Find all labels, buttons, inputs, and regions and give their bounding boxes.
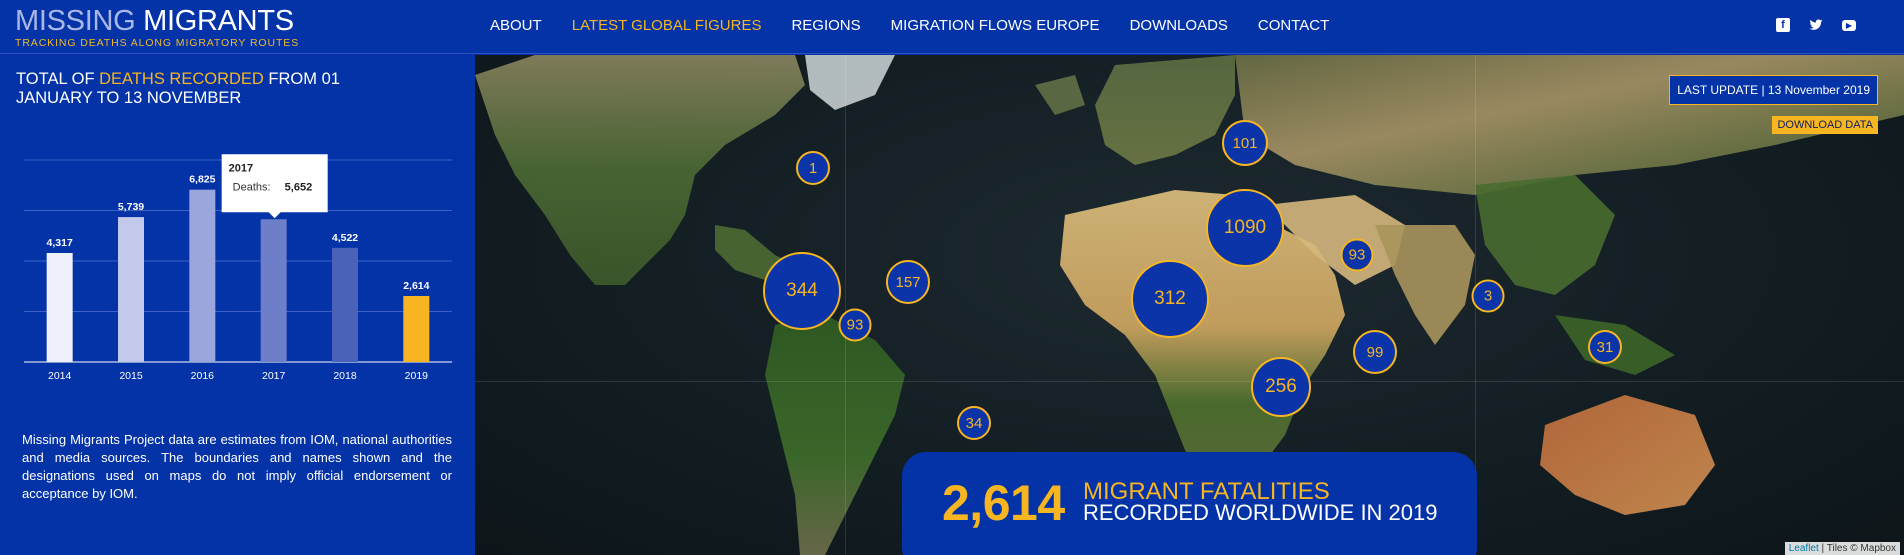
cluster-marker[interactable]: 31	[1588, 330, 1622, 364]
chart-x-tick-label: 2018	[333, 370, 357, 382]
chart-value-label: 4,317	[47, 237, 73, 249]
chart-title: TOTAL OF DEATHS RECORDED FROM 01 JANUARY…	[16, 70, 396, 108]
cluster-marker[interactable]: 1	[796, 151, 830, 185]
chart-value-label: 6,825	[189, 174, 215, 186]
chart-x-tick-label: 2014	[48, 370, 72, 382]
main-nav: ABOUT LATEST GLOBAL FIGURES REGIONS MIGR…	[490, 17, 1359, 34]
tooltip-label: Deaths:	[233, 181, 271, 193]
download-data-button[interactable]: DOWNLOAD DATA	[1772, 116, 1878, 134]
nav-regions[interactable]: REGIONS	[791, 17, 860, 34]
leaflet-link[interactable]: Leaflet	[1789, 543, 1819, 554]
cluster-marker[interactable]: 101	[1222, 120, 1268, 166]
last-update-label: LAST UPDATE	[1677, 83, 1759, 97]
disclaimer-note: Missing Migrants Project data are estima…	[22, 432, 452, 501]
nav-downloads[interactable]: DOWNLOADS	[1130, 17, 1228, 34]
fatalities-count: 2,614	[942, 475, 1065, 531]
chart-value-label: 5,739	[118, 201, 144, 213]
fatalities-sublabel: RECORDED WORLDWIDE IN 2019	[1083, 500, 1438, 525]
chart-title-highlight: DEATHS RECORDED	[99, 70, 264, 88]
chart-bar-2015[interactable]	[118, 217, 144, 362]
nav-latest-global-figures[interactable]: LATEST GLOBAL FIGURES	[572, 17, 762, 34]
cluster-marker[interactable]: 93	[838, 308, 872, 342]
logo-title: MISSING MIGRANTS	[15, 6, 299, 36]
last-update-box: LAST UPDATE | 13 November 2019	[1669, 75, 1878, 105]
site-logo[interactable]: MISSING MIGRANTS TRACKING DEATHS ALONG M…	[15, 6, 299, 49]
chart-x-tick-label: 2016	[191, 370, 215, 382]
facebook-icon[interactable]: f	[1776, 18, 1790, 32]
chart-bar-2016[interactable]	[189, 189, 216, 362]
site-header: MISSING MIGRANTS TRACKING DEATHS ALONG M…	[0, 0, 1904, 54]
attribution-text: | Tiles © Mapbox	[1818, 543, 1896, 554]
logo-title-migrants: MIGRANTS	[143, 5, 294, 37]
logo-tagline: TRACKING DEATHS ALONG MIGRATORY ROUTES	[15, 37, 300, 49]
tooltip-title: 2017	[229, 162, 253, 174]
cluster-marker[interactable]: 34	[957, 406, 991, 440]
cluster-marker[interactable]: 1090	[1206, 189, 1284, 267]
chart-value-label: 4,522	[332, 232, 358, 244]
deaths-bar-chart: 4,317 2014 5,739 2015 6,825 2016 2017 4,522 2018…	[24, 154, 452, 382]
cluster-marker[interactable]: 344	[763, 252, 841, 330]
logo-title-missing: MISSING	[15, 5, 136, 37]
chart-x-tick-label: 2019	[405, 370, 429, 382]
cluster-marker[interactable]: 312	[1131, 260, 1209, 338]
left-panel: TOTAL OF DEATHS RECORDED FROM 01 JANUARY…	[0, 55, 475, 555]
nav-about[interactable]: ABOUT	[490, 17, 542, 34]
cluster-marker[interactable]: 99	[1353, 330, 1397, 374]
chart-bar-2018[interactable]	[332, 247, 358, 362]
world-map[interactable]: 1 101 1090 93 344 157 93 312 3 99 31 256…	[475, 55, 1904, 555]
chart-bar-2017[interactable]	[260, 219, 287, 362]
youtube-icon[interactable]: ▶	[1842, 20, 1856, 31]
cluster-marker[interactable]: 3	[1471, 279, 1505, 313]
twitter-icon[interactable]	[1809, 18, 1823, 32]
cluster-marker[interactable]: 256	[1251, 357, 1311, 417]
chart-x-tick-label: 2015	[119, 370, 143, 382]
social-links: f ▶	[1776, 18, 1856, 32]
map-gridline	[475, 381, 1904, 382]
chart-tooltip: 2017 Deaths: 5,652	[221, 154, 328, 219]
cluster-marker[interactable]: 157	[886, 260, 930, 304]
nav-migration-flows-europe[interactable]: MIGRATION FLOWS EUROPE	[891, 17, 1100, 34]
tooltip-value: 5,652	[285, 181, 313, 193]
chart-value-label: 2,614	[403, 280, 429, 292]
chart-x-tick-label: 2017	[262, 370, 286, 382]
chart-title-prefix: TOTAL OF	[16, 70, 100, 88]
cluster-marker[interactable]: 93	[1340, 238, 1374, 272]
last-update-date: 13 November 2019	[1767, 83, 1870, 97]
nav-contact[interactable]: CONTACT	[1258, 17, 1329, 34]
fatalities-summary: 2,614 MIGRANT FATALITIES RECORDED WORLDW…	[902, 452, 1477, 555]
map-gridline	[845, 55, 846, 555]
map-attribution: Leaflet | Tiles © Mapbox	[1784, 542, 1900, 555]
chart-bar-2019[interactable]	[403, 295, 430, 362]
chart-bar-2014[interactable]	[46, 252, 73, 362]
